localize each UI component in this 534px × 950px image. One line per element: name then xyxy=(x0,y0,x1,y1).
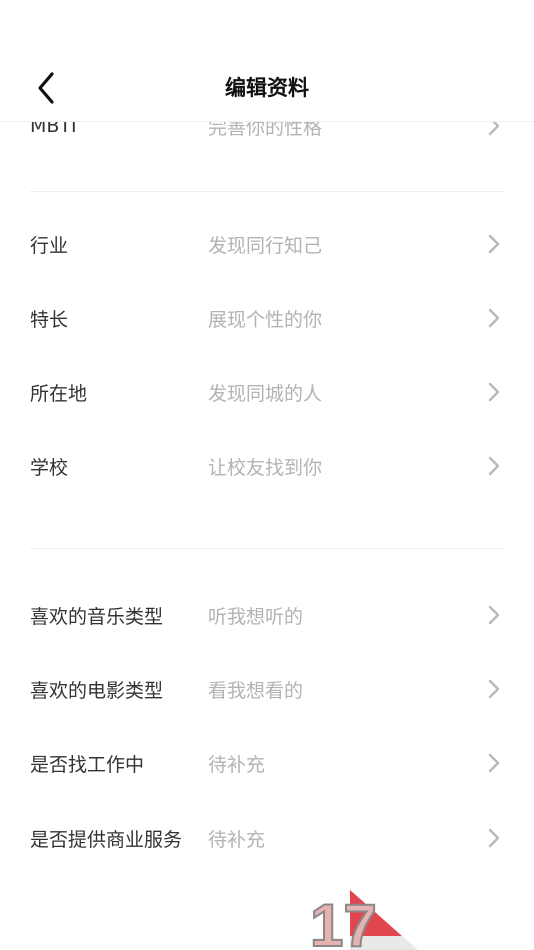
row-value: 看我想看的 xyxy=(208,679,304,702)
chevron-right-icon xyxy=(488,605,500,625)
chevron-right-icon xyxy=(488,234,500,254)
row-label: 喜欢的音乐类型 xyxy=(30,605,164,628)
row-label: 所在地 xyxy=(30,382,88,405)
section-divider xyxy=(30,191,504,192)
row-movie-type[interactable]: 喜欢的电影类型 看我想看的 xyxy=(0,652,534,726)
row-value: 待补充 xyxy=(208,753,266,776)
profile-list[interactable]: MBTI 完善你的性格 行业 发现同行知己 特长 展现个性的你 所在地 发现同城… xyxy=(0,0,534,950)
chevron-right-icon xyxy=(488,828,500,848)
row-value: 发现同城的人 xyxy=(208,382,323,405)
sticker-17-watermark: 17 xyxy=(309,890,418,950)
row-value: 发现同行知己 xyxy=(208,234,323,257)
edit-profile-screen: MBTI 完善你的性格 行业 发现同行知己 特长 展现个性的你 所在地 发现同城… xyxy=(0,0,534,950)
row-label: 是否找工作中 xyxy=(30,753,145,776)
row-value: 展现个性的你 xyxy=(208,308,323,331)
row-label: 学校 xyxy=(30,456,69,479)
chevron-right-icon xyxy=(488,308,500,328)
row-label: 喜欢的电影类型 xyxy=(30,679,164,702)
row-music-type[interactable]: 喜欢的音乐类型 听我想听的 xyxy=(0,578,534,652)
row-job-seeking[interactable]: 是否找工作中 待补充 xyxy=(0,726,534,800)
chevron-right-icon xyxy=(488,679,500,699)
row-value: 待补充 xyxy=(208,828,266,851)
row-label: 行业 xyxy=(30,234,69,257)
row-value: 听我想听的 xyxy=(208,605,304,628)
row-location[interactable]: 所在地 发现同城的人 xyxy=(0,355,534,429)
section-divider xyxy=(30,548,504,549)
row-business-service[interactable]: 是否提供商业服务 待补充 xyxy=(0,801,534,875)
row-specialty[interactable]: 特长 展现个性的你 xyxy=(0,281,534,355)
row-industry[interactable]: 行业 发现同行知己 xyxy=(0,207,534,281)
row-label: 特长 xyxy=(30,308,69,331)
row-school[interactable]: 学校 让校友找到你 xyxy=(0,429,534,503)
chevron-right-icon xyxy=(488,382,500,402)
nav-header: 编辑资料 xyxy=(0,0,534,122)
chevron-right-icon xyxy=(488,456,500,476)
row-label: 是否提供商业服务 xyxy=(30,828,183,851)
sticker-text: 17 xyxy=(310,892,377,950)
row-value: 让校友找到你 xyxy=(208,456,323,479)
page-title: 编辑资料 xyxy=(225,76,309,100)
chevron-right-icon xyxy=(488,753,500,773)
